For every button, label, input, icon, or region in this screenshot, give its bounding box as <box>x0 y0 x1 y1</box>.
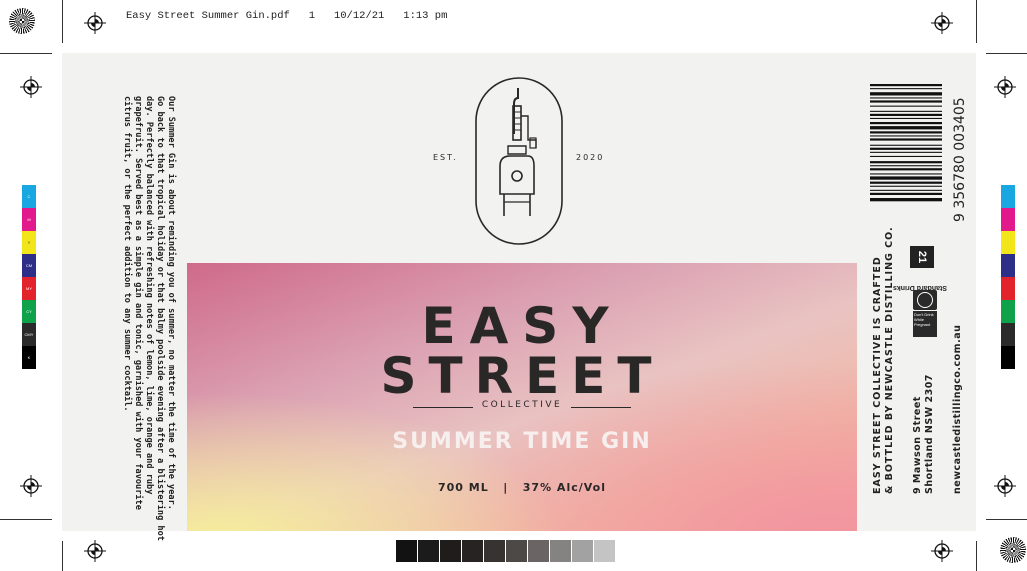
pregnancy-warning-box: Don't Drink While Pregnant <box>913 311 937 337</box>
grey-patch <box>440 540 461 562</box>
description-line: Our Summer Gin is about reminding you of… <box>166 96 176 510</box>
producer-line-2: & BOTTLED BY NEWCASTLE DISTILLING CO. <box>884 226 895 494</box>
slug-filename: Easy Street Summer Gin.pdf <box>126 10 290 22</box>
color-swatch: Y <box>22 231 36 254</box>
registration-mark-icon <box>20 76 42 98</box>
color-swatch: CM <box>22 254 36 277</box>
slug-time: 1:13 pm <box>403 10 448 22</box>
trim-mark <box>0 53 52 54</box>
grey-patch <box>528 540 549 562</box>
color-swatch: M <box>22 208 36 231</box>
color-swatch: MY <box>22 277 36 300</box>
producer-address: 9 Mawson Street Shortland NSW 2307 <box>912 374 936 494</box>
registration-mark-icon <box>994 475 1016 497</box>
brand-subtitle: COLLECTIVE <box>481 400 563 410</box>
grey-patch <box>572 540 593 562</box>
trim-mark <box>986 519 1027 520</box>
standard-drinks-number: 21 <box>916 250 928 264</box>
grey-ramp <box>396 540 616 562</box>
registration-mark-icon <box>931 540 953 562</box>
color-bar-left: C M Y CM MY CY CMY K <box>22 185 36 369</box>
barcode-digits: 9 356780 003405 <box>952 97 968 222</box>
grey-patch <box>418 540 439 562</box>
slug-page: 1 <box>308 10 316 22</box>
color-swatch: K <box>22 346 36 369</box>
address-line-2: Shortland NSW 2307 <box>924 374 935 494</box>
producer-statement: EASY STREET COLLECTIVE IS CRAFTED & BOTT… <box>872 226 896 494</box>
divider <box>571 407 631 408</box>
trim-mark <box>976 541 977 571</box>
description-line: Go back to that tropical holiday or that… <box>155 96 165 541</box>
slug-line: Easy Street Summer Gin.pdf 1 10/12/21 1:… <box>126 10 447 22</box>
color-swatch: CMY <box>22 323 36 346</box>
grey-patch <box>396 540 417 562</box>
trim-mark <box>976 0 977 43</box>
trim-mark <box>986 53 1027 54</box>
standard-drinks-badge: 21 <box>910 246 934 268</box>
slug-date: 10/12/21 <box>333 10 385 22</box>
volume-abv: 700 ML | 37% Alc/Vol <box>187 481 857 494</box>
address-line-1: 9 Mawson Street <box>912 396 923 494</box>
registration-mark-icon <box>994 76 1016 98</box>
abv: 37% Alc/Vol <box>522 481 606 494</box>
pregnancy-warning-icon <box>913 290 937 310</box>
trim-mark <box>0 519 52 520</box>
volume: 700 ML <box>437 481 489 494</box>
separator: | <box>503 481 509 494</box>
color-swatch: CY <box>22 300 36 323</box>
est-label: EST. <box>433 153 458 162</box>
description-block: Our Summer Gin is about reminding you of… <box>121 96 176 541</box>
registration-mark-icon <box>84 12 106 34</box>
trim-mark <box>62 541 63 571</box>
product-name: SUMMER TIME GIN <box>392 429 652 454</box>
grey-patch <box>550 540 571 562</box>
grey-patch <box>506 540 527 562</box>
grey-patch <box>594 540 615 562</box>
website: newcastledistillingco.com.au <box>952 324 963 494</box>
est-year: 2020 <box>576 153 605 162</box>
color-bar-right <box>1001 185 1015 369</box>
trim-mark <box>62 0 63 43</box>
description-line: citrus fruit, or the perfect addition to… <box>122 96 132 412</box>
star-target-icon <box>1000 537 1026 563</box>
registration-mark-icon <box>84 540 106 562</box>
still-logo-icon <box>475 77 563 245</box>
color-swatch: C <box>22 185 36 208</box>
description-line: grapefruit. Served best as a simple gin … <box>133 96 143 510</box>
grey-patch <box>484 540 505 562</box>
front-panel: EASY STREET COLLECTIVE SUMMER TIME GIN 7… <box>187 263 857 531</box>
registration-mark-icon <box>20 475 42 497</box>
description-line: day. Perfectly balanced with refreshing … <box>144 96 154 495</box>
pregnancy-warning-text: Don't Drink While Pregnant <box>914 312 934 327</box>
star-target-icon <box>9 8 35 34</box>
brand-line-2: STREET <box>380 347 664 405</box>
producer-line-1: EASY STREET COLLECTIVE IS CRAFTED <box>872 256 883 494</box>
grey-patch <box>462 540 483 562</box>
registration-mark-icon <box>931 12 953 34</box>
